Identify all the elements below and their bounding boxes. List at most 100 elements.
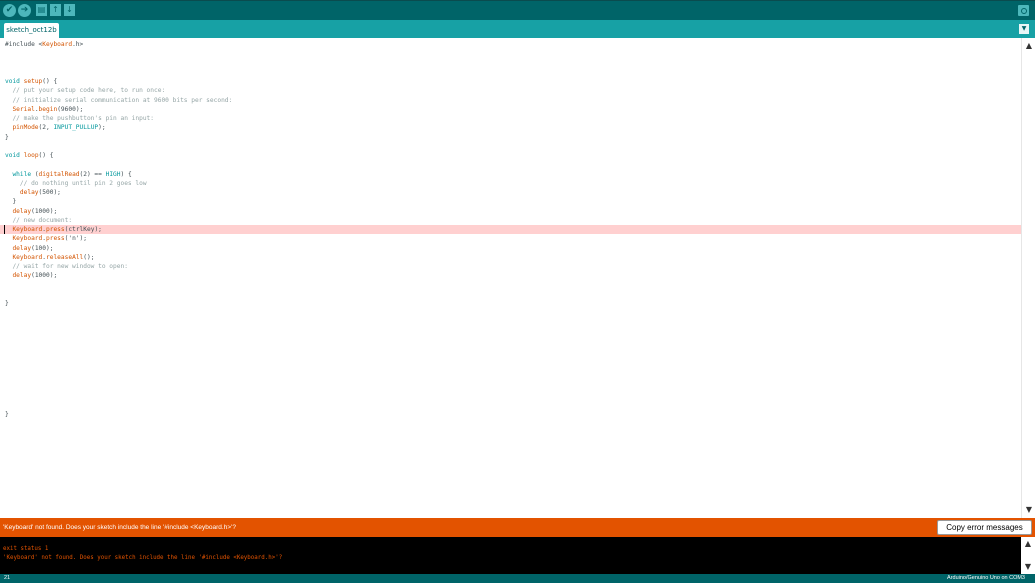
scroll-down-icon[interactable]: ▼ xyxy=(1024,505,1034,515)
code-token: // put your setup code here, to run once… xyxy=(12,87,166,95)
triangle-down-icon: ▼ xyxy=(1021,25,1027,32)
console-output: exit status 1 'Keyboard' not found. Does… xyxy=(0,537,1021,574)
tab-menu-button[interactable]: ▼ xyxy=(1019,24,1029,34)
scroll-down-icon[interactable]: ▼ xyxy=(1023,562,1033,572)
code-line: void setup() { xyxy=(5,78,58,85)
code-token: pinMode xyxy=(12,124,39,132)
code-line: } xyxy=(5,411,9,418)
code-token: Keyboard xyxy=(42,41,73,48)
new-file-icon: ▤ xyxy=(37,5,46,14)
console-line: exit status 1 xyxy=(3,546,49,552)
open-button[interactable]: ↑ xyxy=(50,4,61,16)
code-line: // initialize serial communication at 96… xyxy=(0,96,1021,105)
code-token: // make the pushbutton's pin an input: xyxy=(12,115,155,122)
code-line: // wait for new window to open: xyxy=(0,262,1021,271)
code-token: begin xyxy=(38,105,58,113)
toolbar: ✔ ➔ ▤ ↑ ↓ xyxy=(0,0,1035,20)
code-line: // do nothing until pin 2 goes low xyxy=(0,179,1021,188)
error-message: 'Keyboard' not found. Does your sketch i… xyxy=(3,524,236,531)
code-line: // make the pushbutton's pin an input: xyxy=(0,114,1021,123)
upload-button[interactable]: ➔ xyxy=(18,4,31,17)
code-token: Serial xyxy=(12,105,35,113)
code-line: } xyxy=(5,133,9,141)
code-line: } xyxy=(5,198,17,206)
code-token: HIGH xyxy=(105,170,121,178)
code-token: void xyxy=(5,152,20,159)
code-token: loop xyxy=(23,152,39,159)
code-token: setup xyxy=(23,78,43,85)
code-token: Keyboard xyxy=(12,226,43,233)
code-token: digitalRead xyxy=(38,170,80,178)
scroll-up-icon[interactable]: ▲ xyxy=(1024,41,1034,51)
verify-button[interactable]: ✔ xyxy=(3,4,16,17)
code-token: press xyxy=(46,226,65,233)
code-line: // put your setup code here, to run once… xyxy=(0,86,1021,95)
code-line: delay(500); xyxy=(19,189,61,196)
code-token: delay xyxy=(12,244,32,252)
code-line: Keyboard.press('n'); xyxy=(12,235,87,243)
arrow-right-icon: ➔ xyxy=(20,5,29,15)
code-editor[interactable]: #include <Keyboard.h> void setup() { // p… xyxy=(0,38,1021,518)
code-line: while (digitalRead(2) == HIGH) { xyxy=(12,170,132,178)
code-token: INPUT_PULLUP xyxy=(53,124,99,132)
code-line: #include <Keyboard.h> xyxy=(5,41,84,48)
arrow-up-icon: ↑ xyxy=(52,5,59,14)
checkmark-icon: ✔ xyxy=(5,5,14,15)
arrow-down-icon: ↓ xyxy=(66,5,73,14)
board-port: Arduino/Genuino Uno on COM3 xyxy=(947,575,1025,581)
line-number: 21 xyxy=(4,575,11,581)
editor-scrollbar[interactable]: ▲ ▼ xyxy=(1021,38,1035,518)
code-token: while xyxy=(12,170,32,178)
error-bar: 'Keyboard' not found. Does your sketch i… xyxy=(0,518,1035,537)
code-line: Keyboard.press(ctrlKey); xyxy=(0,225,1021,234)
serial-monitor-button[interactable] xyxy=(1018,5,1029,16)
new-button[interactable]: ▤ xyxy=(36,4,47,16)
code-line: Keyboard.releaseAll(); xyxy=(12,253,95,261)
console-scrollbar[interactable]: ▲ ▼ xyxy=(1021,537,1035,574)
code-line: delay(100); xyxy=(12,244,54,252)
code-token: void xyxy=(5,78,20,85)
tab-sketch[interactable]: sketch_oct12b xyxy=(4,23,59,38)
code-line: delay(1000); xyxy=(12,207,58,215)
code-token: // do nothing until pin 2 goes low xyxy=(19,179,147,187)
code-token: press xyxy=(46,235,65,243)
code-token: releaseAll xyxy=(46,253,84,261)
scroll-up-icon[interactable]: ▲ xyxy=(1023,539,1033,549)
code-token: delay xyxy=(19,189,39,196)
code-line: } xyxy=(5,300,9,307)
code-token: // wait for new window to open: xyxy=(12,263,128,270)
code-line: pinMode(2, INPUT_PULLUP); xyxy=(12,124,106,132)
code-token: delay xyxy=(12,207,32,215)
code-token: Keyboard xyxy=(12,235,43,243)
code-token: // initialize serial communication at 96… xyxy=(12,96,233,104)
code-line: void loop() { xyxy=(5,152,54,159)
copy-error-messages-button[interactable]: Copy error messages xyxy=(937,520,1032,535)
status-bar: 21 Arduino/Genuino Uno on COM3 xyxy=(0,574,1035,583)
console-line: 'Keyboard' not found. Does your sketch i… xyxy=(3,555,283,561)
code-line: // new document: xyxy=(0,216,1021,225)
code-token: delay xyxy=(12,272,32,280)
tab-bar: sketch_oct12b ▼ xyxy=(0,20,1035,38)
code-line: Serial.begin(9600); xyxy=(12,105,84,113)
code-line: delay(1000); xyxy=(12,272,58,280)
code-token: // new document: xyxy=(12,216,73,224)
save-button[interactable]: ↓ xyxy=(64,4,75,16)
code-token: Keyboard xyxy=(12,253,43,261)
